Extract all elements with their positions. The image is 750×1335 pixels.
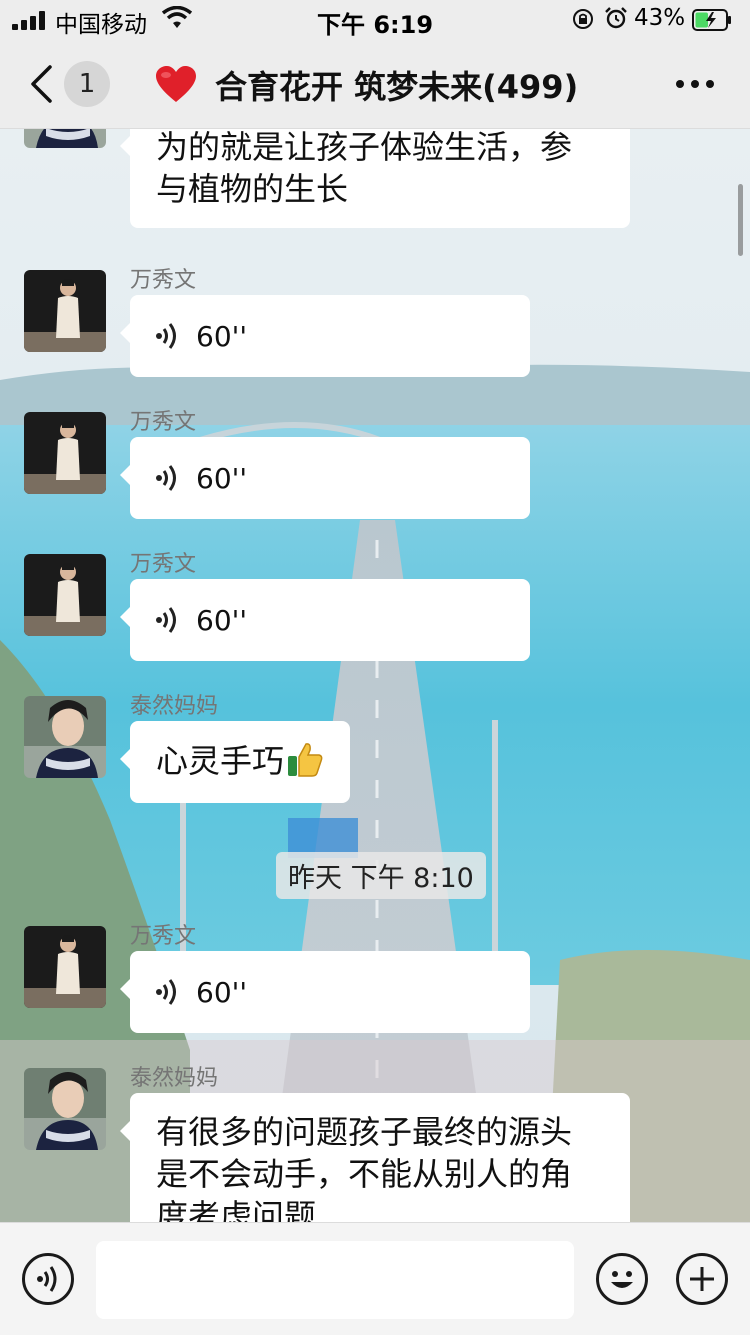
emoji-button[interactable] [596,1253,648,1305]
sender-name: 万秀文 [130,410,197,435]
battery-percent: 43% [634,5,686,31]
avatar-wan-xiuwen-image [24,926,106,1008]
voice-wave-icon [156,323,176,349]
emoji-icon [611,1271,633,1288]
avatar-tairan-mama-image [24,696,106,778]
avatar[interactable] [24,1068,106,1150]
avatar[interactable] [24,554,106,636]
voice-message-bubble[interactable]: 60'' [120,951,530,1033]
input-bar [0,1222,750,1335]
avatar-wan-xiuwen-image [24,554,106,636]
voice-duration: 60'' [196,975,248,1009]
red-heart-icon [156,66,196,102]
message-text: 心灵手巧 [156,742,285,780]
voice-wave-icon [156,607,176,633]
avatar-wan-xiuwen-image [24,412,106,494]
rotation-lock-icon [573,9,593,29]
voice-wave-icon [156,979,176,1005]
avatar-wan-xiuwen-image [24,270,106,352]
message-text-line: 与植物的生长 [156,170,349,208]
scrollbar-thumb[interactable] [738,184,743,256]
avatar-tairan-mama-image [24,1068,106,1150]
chat-header: 1 合育花开 筑梦未来(499) [0,40,750,129]
chat-title[interactable]: 合育花开 筑梦未来(499) [155,62,578,108]
sender-name: 万秀文 [130,268,197,293]
avatar[interactable] [24,128,106,148]
message-input[interactable] [96,1241,574,1319]
text-message-bubble[interactable]: 有很多的问题孩子最终的源头 是不会动手，不能从别人的角 度考虑问题 [120,1093,630,1222]
text-message-bubble[interactable]: 心灵手巧 [119,721,351,803]
voice-message-bubble[interactable]: 60'' [120,579,530,661]
voice-input-button[interactable] [22,1253,74,1305]
message-text-line: 为的就是让孩子体验生活，参 [156,128,573,166]
voice-duration: 60'' [196,319,248,353]
thumbs-up-icon [288,743,323,777]
voice-wave-icon [156,465,176,491]
avatar[interactable] [24,412,106,494]
avatar[interactable] [24,696,106,778]
message-text-line: 有很多的问题孩子最终的源头 [156,1113,573,1151]
sender-name: 万秀文 [130,552,197,577]
avatar-tairan-mama-image [24,128,106,148]
voice-duration: 60'' [196,603,248,637]
message-text-line: 度考虑问题 [156,1197,317,1222]
back-chevron-icon[interactable] [28,64,54,104]
sender-name: 泰然妈妈 [130,1066,219,1091]
voice-input-icon [37,1266,57,1292]
message-list[interactable]: 为的就是让孩子体验生活，参 与植物的生长 万秀文 60'' 万秀文 60'' 万… [0,128,750,1222]
text-message-bubble[interactable]: 为的就是让孩子体验生活，参 与植物的生长 [120,128,630,228]
plus-icon [690,1267,714,1291]
unread-count-badge[interactable]: 1 [64,61,110,107]
avatar[interactable] [24,926,106,1008]
voice-duration: 60'' [196,461,248,495]
sender-name: 万秀文 [130,924,197,949]
voice-message-bubble[interactable]: 60'' [120,295,530,377]
timestamp-divider: 昨天 下午 8:10 [276,852,486,899]
more-functions-button[interactable] [676,1253,728,1305]
voice-message-bubble[interactable]: 60'' [120,437,530,519]
status-bar: 中国移动 下午 6:19 43% [0,0,750,40]
more-options-icon[interactable] [676,80,714,90]
sender-name: 泰然妈妈 [130,694,219,719]
message-text-line: 是不会动手，不能从别人的角 [156,1155,573,1193]
avatar[interactable] [24,270,106,352]
alarm-icon [605,7,627,29]
chat-title-text: 合育花开 筑梦未来(499) [215,68,579,106]
battery-icon [692,9,731,31]
